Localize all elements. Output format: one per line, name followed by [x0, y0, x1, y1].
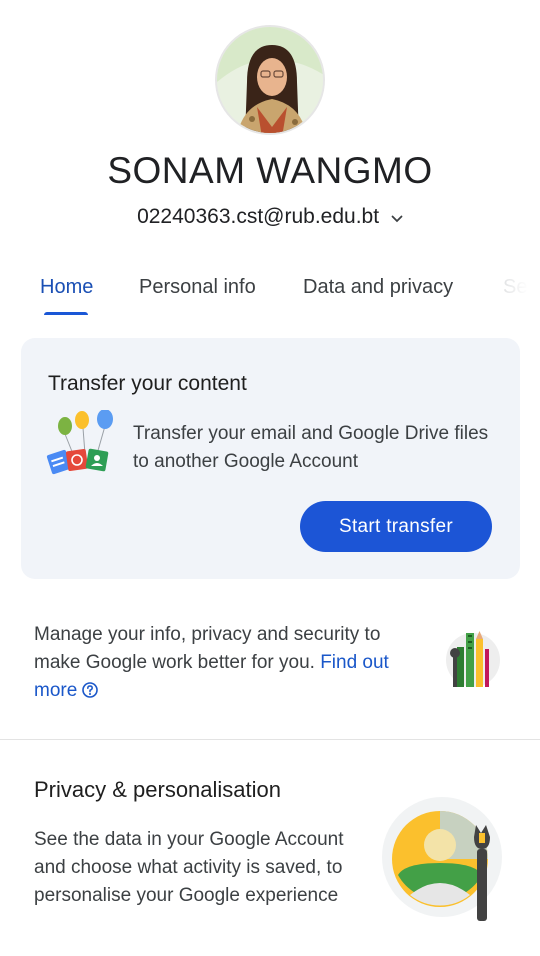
card-description: Transfer your email and Google Drive fil…	[133, 423, 489, 472]
privacy-section-title: Privacy & personalisation	[34, 777, 282, 802]
card-title: Transfer your content	[48, 372, 247, 395]
account-tools-icon	[443, 627, 501, 689]
transfer-balloons-icon	[45, 409, 117, 476]
transfer-content-card: Transfer your content Transfer your emai…	[21, 338, 520, 579]
privacy-section-description: See the data in your Google Account and …	[34, 829, 344, 906]
profile-avatar[interactable]	[215, 25, 325, 135]
profile-email: 02240363.cst@rub.edu.bt	[137, 205, 380, 228]
profile-photo-icon	[217, 27, 323, 133]
tab-bar: Home Personal info Data and privacy Sec	[0, 270, 540, 318]
account-switcher[interactable]: 02240363.cst@rub.edu.bt	[0, 205, 540, 229]
manage-info-text: Manage your info, privacy and security t…	[34, 621, 424, 708]
start-transfer-button[interactable]: Start transfer	[300, 501, 492, 552]
tab-security[interactable]: Sec	[503, 276, 537, 299]
profile-name: SONAM WANGMO	[107, 150, 433, 191]
tab-personal-info[interactable]: Personal info	[139, 276, 256, 299]
tab-data-and-privacy[interactable]: Data and privacy	[303, 276, 453, 299]
section-divider	[0, 739, 540, 740]
tab-home[interactable]: Home	[40, 276, 93, 299]
help-icon[interactable]	[81, 680, 99, 708]
privacy-personalisation-icon	[380, 797, 505, 927]
active-tab-indicator	[44, 312, 88, 315]
chevron-down-icon	[391, 205, 403, 229]
